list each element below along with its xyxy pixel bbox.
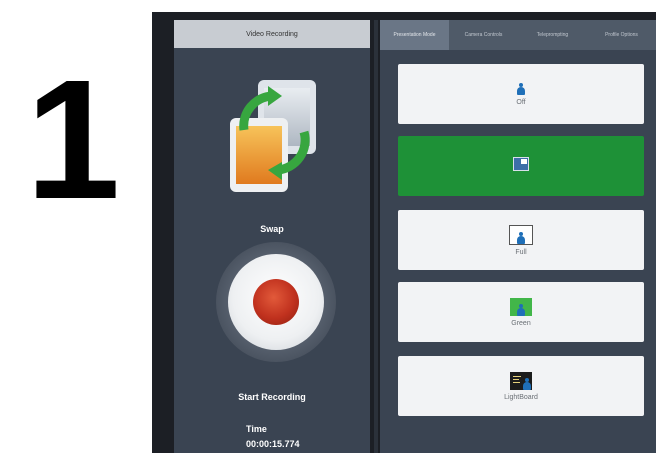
green-screen-icon — [510, 297, 532, 316]
mode-label: Off — [516, 98, 526, 106]
person-icon — [517, 303, 525, 316]
mode-label: LightBoard — [504, 393, 538, 401]
app-screen: Video Recording Swap Start Recording Tim… — [152, 12, 656, 453]
video-recording-panel: Video Recording Swap Start Recording Tim… — [174, 20, 370, 453]
record-button-face — [228, 254, 324, 350]
record-icon — [253, 279, 299, 325]
full-frame-icon — [509, 224, 533, 245]
controls-panel: Presentation Mode Camera Controls Telepr… — [380, 20, 656, 453]
mode-label: Green — [511, 319, 531, 327]
mode-green-button[interactable]: Green — [398, 282, 644, 342]
mode-picture-in-picture-button[interactable] — [398, 136, 644, 196]
mode-list: Off Full Green LightBoard — [380, 20, 656, 453]
time-value: 00:00:15.774 — [246, 439, 300, 449]
start-recording-label: Start Recording — [238, 392, 306, 402]
swap-button[interactable] — [224, 70, 324, 210]
swap-label: Swap — [260, 224, 284, 234]
person-icon — [523, 377, 531, 390]
picture-in-picture-icon — [513, 157, 529, 171]
swap-icon — [230, 80, 316, 192]
person-icon — [517, 82, 525, 95]
person-icon — [517, 231, 525, 244]
step-number: 1 — [25, 45, 121, 235]
time-label: Time — [246, 424, 267, 434]
mode-label: Full — [515, 248, 527, 256]
mode-full-button[interactable]: Full — [398, 210, 644, 270]
panel-header: Video Recording — [174, 20, 370, 48]
mode-lightboard-button[interactable]: LightBoard — [398, 356, 644, 416]
lightboard-icon — [510, 371, 532, 390]
mode-off-button[interactable]: Off — [398, 64, 644, 124]
panel-divider — [374, 20, 378, 453]
start-recording-button[interactable] — [216, 242, 336, 362]
